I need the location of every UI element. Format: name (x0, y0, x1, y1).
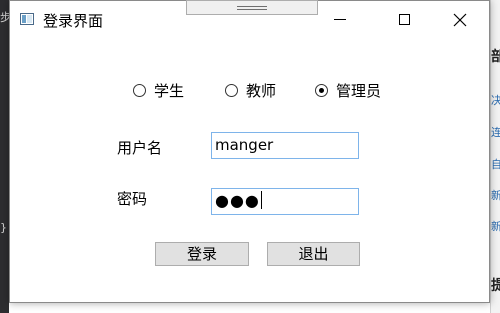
role-radio-student[interactable]: 学生 (133, 80, 184, 101)
username-input[interactable]: manger (211, 132, 359, 159)
background-editor: 步 } (0, 0, 11, 313)
username-value: manger (215, 136, 274, 154)
window-title: 登录界面 (43, 12, 104, 30)
role-label-admin: 管理员 (336, 82, 382, 100)
password-label: 密码 (117, 190, 148, 208)
background-panel-text: 连 (491, 124, 500, 140)
title-bar[interactable]: 登录界面 (10, 0, 489, 38)
background-panel-text: 新 (491, 187, 500, 203)
window-app-icon (20, 13, 34, 25)
background-panel-text: 决 (491, 92, 500, 108)
drag-handle[interactable] (186, 0, 318, 15)
role-label-student: 学生 (154, 82, 185, 100)
radio-checked-icon (315, 84, 328, 97)
maximize-button[interactable] (381, 1, 427, 38)
maximize-icon (398, 14, 410, 25)
password-masked-value: ●●● (215, 191, 260, 210)
background-editor-text: } (0, 221, 7, 234)
background-panel: 部 决 连 自 新 新 提 (490, 0, 500, 313)
role-radio-teacher[interactable]: 教师 (225, 80, 276, 101)
background-panel-text: 提 (491, 275, 500, 295)
exit-button[interactable]: 退出 (267, 242, 360, 266)
login-window: 登录界面 学生 教师 管理员 用户名 manger 密码 ●●● 登录 退出 (9, 0, 490, 303)
text-caret (260, 191, 262, 209)
role-radio-admin[interactable]: 管理员 (315, 80, 381, 101)
background-panel-text: 部 (491, 46, 500, 66)
password-input[interactable]: ●●● (211, 188, 359, 215)
background-panel-text: 新 (491, 218, 500, 234)
close-button[interactable] (437, 1, 483, 38)
login-button[interactable]: 登录 (155, 242, 249, 266)
username-label: 用户名 (117, 139, 163, 157)
minimize-button[interactable] (317, 1, 363, 38)
close-icon (453, 13, 467, 26)
radio-circle-icon (225, 84, 238, 97)
minimize-icon (334, 19, 346, 20)
role-label-teacher: 教师 (246, 82, 277, 100)
radio-circle-icon (133, 84, 146, 97)
background-panel-text: 自 (491, 156, 500, 172)
